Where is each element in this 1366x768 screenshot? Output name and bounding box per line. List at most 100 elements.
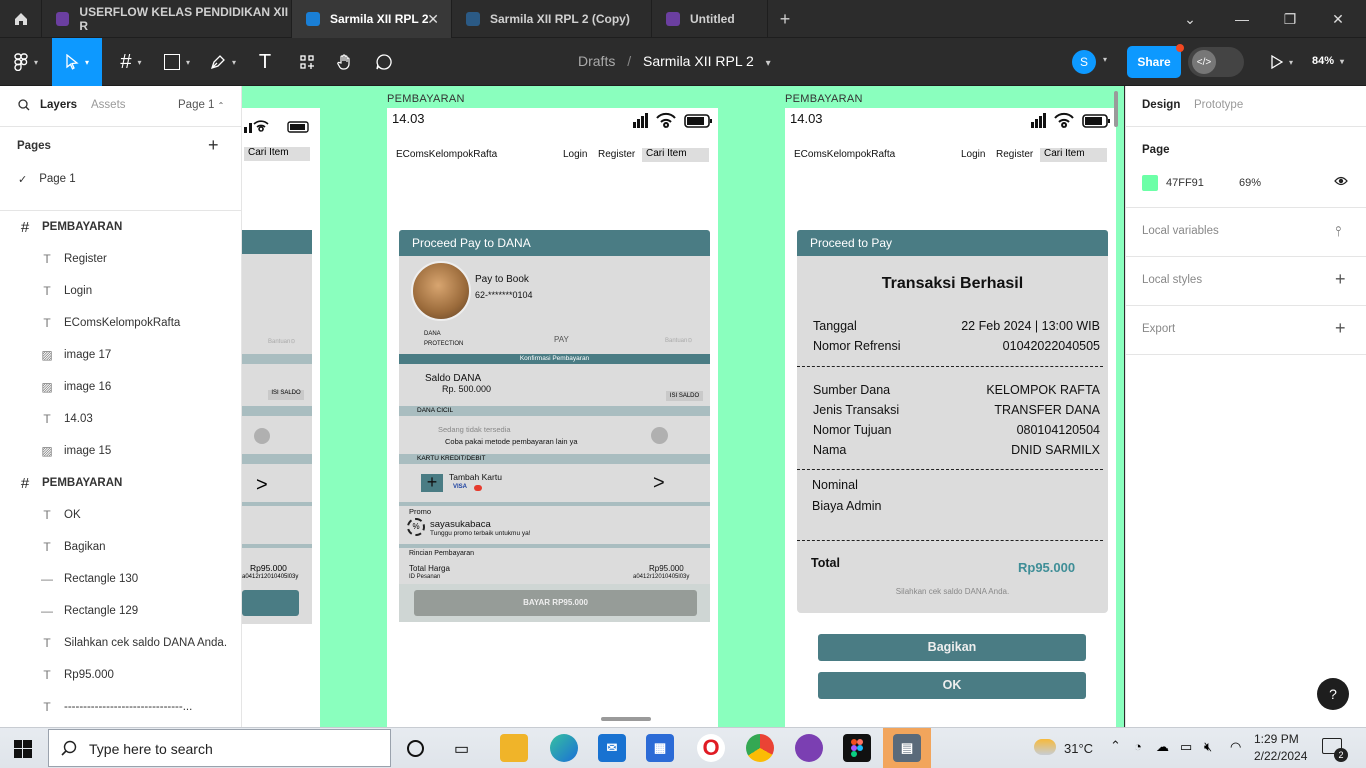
resources-tool[interactable] [290, 38, 324, 86]
search-input[interactable]: Cari Item [1040, 148, 1107, 162]
layer-item[interactable]: — Rectangle 130 [0, 563, 241, 595]
variables-icon[interactable]: ⫯ [1335, 223, 1341, 240]
clock-date[interactable]: 2/22/2024 [1254, 749, 1307, 763]
volume-icon[interactable]: 🔇︎ [1204, 739, 1212, 755]
zoom-level[interactable]: 84% ▾ [1312, 55, 1344, 67]
shape-tool[interactable]: ▾ [154, 38, 200, 86]
login-link[interactable]: Login [563, 149, 587, 160]
bagikan-button[interactable]: Bagikan [818, 634, 1086, 661]
cortana-icon[interactable] [407, 740, 424, 757]
frame-pembayaran-dana[interactable]: 14.03 EComsKelompokRafta Login Register … [387, 108, 718, 727]
horizontal-scrollbar[interactable] [601, 717, 651, 721]
chevron-up-icon[interactable]: ⌃ [1110, 738, 1121, 754]
promo-name[interactable]: sayasukabaca [430, 519, 491, 530]
layer-item[interactable]: T Bagikan [0, 531, 241, 563]
avatar[interactable]: S [1072, 50, 1096, 74]
tab-design[interactable]: Design [1142, 99, 1180, 111]
radio-circle[interactable] [254, 428, 270, 444]
taskbar-search[interactable]: Type here to search [48, 729, 391, 767]
file-name[interactable]: Sarmila XII RPL 2 [643, 53, 754, 69]
tab-sarmila[interactable]: Sarmila XII RPL 2 ✕ [292, 0, 452, 38]
calculator-active[interactable]: ▤ [883, 728, 931, 768]
minimize-icon[interactable]: — [1218, 0, 1266, 38]
register-link[interactable]: Register [598, 149, 635, 160]
home-button[interactable] [0, 0, 42, 38]
add-export-icon[interactable]: + [1335, 318, 1346, 339]
tab-layers[interactable]: Layers [40, 99, 77, 111]
tab-sarmila-copy[interactable]: Sarmila XII RPL 2 (Copy) [452, 0, 652, 38]
pay-button[interactable]: BAYAR RP95.000 [414, 590, 697, 616]
add-card-label[interactable]: Tambah Kartu [449, 472, 502, 482]
isi-saldo-button[interactable]: ISI SALDO [268, 390, 304, 400]
move-tool[interactable]: ▾ [52, 38, 102, 86]
wifi-icon[interactable]: ◠ [1230, 739, 1241, 755]
page-item[interactable]: ✓ Page 1 [0, 163, 241, 195]
restore-icon[interactable]: ❐ [1266, 0, 1314, 38]
pen-tool[interactable]: ▾ [200, 38, 246, 86]
layer-item[interactable]: T OK [0, 499, 241, 531]
chevron-down-icon[interactable]: ▾ [1103, 55, 1107, 64]
store-icon[interactable]: ▦ [646, 734, 674, 762]
edge-icon[interactable] [550, 734, 578, 762]
layer-item[interactable]: ▨ image 17 [0, 339, 241, 371]
chrome-icon[interactable] [746, 734, 774, 762]
add-page-icon[interactable]: + [208, 135, 219, 156]
breadcrumb-drafts[interactable]: Drafts [578, 53, 615, 69]
isi-saldo-button[interactable]: ISI SALDO [666, 391, 703, 401]
canvas[interactable]: Cari Item Bantuan⊙ ISI SALDO > Rp95.000 … [242, 86, 1124, 727]
network-status-icon[interactable]: ◔ [1134, 739, 1142, 754]
login-link[interactable]: Login [961, 149, 985, 160]
weather-temp[interactable]: 31°C [1064, 741, 1093, 756]
frame-tool[interactable]: # ▾ [108, 38, 154, 86]
weather-icon[interactable] [1034, 739, 1056, 755]
layer-item[interactable]: T EComsKelompokRafta [0, 307, 241, 339]
radio-circle[interactable] [651, 427, 668, 444]
search-input[interactable]: Cari Item [642, 148, 709, 162]
layer-item[interactable]: T Silahkan cek saldo DANA Anda. [0, 627, 241, 659]
arrow-right[interactable]: > [256, 474, 268, 497]
layer-item[interactable]: T -------------------------------... [0, 691, 241, 723]
layer-item[interactable]: # PEMBAYARAN [0, 211, 241, 243]
comment-tool[interactable] [366, 38, 402, 86]
layer-item[interactable]: T Rp95.000 [0, 659, 241, 691]
search-input[interactable]: Cari Item [244, 147, 310, 161]
layer-item[interactable]: # PEMBAYARAN [0, 467, 241, 499]
file-explorer-icon[interactable] [500, 734, 528, 762]
tab-prototype[interactable]: Prototype [1194, 99, 1243, 111]
cloud-icon[interactable]: ☁ [1156, 739, 1169, 755]
share-button[interactable]: Share [1127, 46, 1181, 78]
local-variables[interactable]: Local variables [1142, 225, 1219, 237]
windows-start-icon[interactable] [14, 740, 32, 761]
register-link[interactable]: Register [996, 149, 1033, 160]
page-color-hex[interactable]: 47FF91 [1166, 177, 1204, 189]
add-card-icon[interactable]: + [421, 473, 443, 492]
new-tab-button[interactable]: + [768, 0, 802, 38]
search-icon[interactable] [18, 99, 30, 114]
dev-mode-toggle[interactable]: </> [1188, 47, 1244, 77]
frame-partial[interactable]: Cari Item Bantuan⊙ ISI SALDO > Rp95.000 … [242, 108, 320, 727]
main-menu-button[interactable]: ▾ [0, 38, 52, 86]
layer-item[interactable]: T Register [0, 243, 241, 275]
page-selector[interactable]: Page 1 ⌃ [178, 99, 224, 111]
battery-icon[interactable]: ▭ [1180, 739, 1192, 755]
arrow-right[interactable]: > [653, 472, 665, 495]
opera-icon[interactable]: O [697, 734, 725, 762]
chevron-down-icon[interactable]: ▾ [766, 58, 771, 69]
help-button[interactable]: ? [1317, 678, 1349, 710]
export-heading[interactable]: Export [1142, 323, 1175, 335]
mail-icon[interactable]: ✉ [598, 734, 626, 762]
pay-button[interactable] [242, 590, 299, 616]
layer-item[interactable]: ▨ image 16 [0, 371, 241, 403]
frame-transaksi-berhasil[interactable]: 14.03 EComsKelompokRafta Login Register … [785, 108, 1116, 727]
task-view-icon[interactable]: ▭ [454, 739, 469, 759]
tab-untitled[interactable]: Untitled [652, 0, 768, 38]
page-opacity[interactable]: 69% [1239, 177, 1261, 189]
add-style-icon[interactable]: + [1335, 269, 1346, 290]
layer-item[interactable]: T 14.03 [0, 403, 241, 435]
figma-app-icon[interactable] [843, 734, 871, 762]
close-window-icon[interactable]: ✕ [1314, 0, 1362, 38]
tab-assets[interactable]: Assets [91, 99, 126, 111]
layer-item[interactable]: ▨ image 15 [0, 435, 241, 467]
local-styles[interactable]: Local styles [1142, 274, 1202, 286]
hand-tool[interactable] [328, 38, 362, 86]
